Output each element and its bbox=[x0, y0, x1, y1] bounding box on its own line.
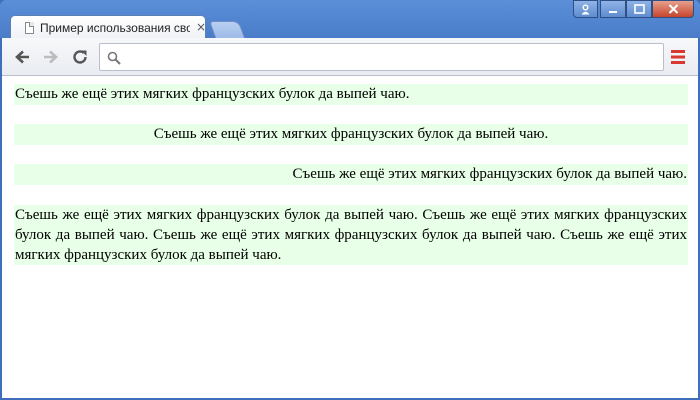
toolbar bbox=[2, 38, 698, 76]
maximize-icon[interactable] bbox=[626, 0, 652, 18]
paragraph-justified: Съешь же ещё этих мягких французских бул… bbox=[14, 205, 688, 265]
menu-icon[interactable] bbox=[671, 49, 685, 65]
address-bar[interactable] bbox=[99, 43, 664, 71]
page-content: Съешь же ещё этих мягких французских бул… bbox=[2, 76, 698, 398]
minimize-icon[interactable] bbox=[600, 0, 626, 18]
search-icon bbox=[107, 50, 121, 65]
browser-tab[interactable]: Пример использования сво × bbox=[10, 15, 206, 40]
paragraph-center-aligned: Съешь же ещё этих мягких французских бул… bbox=[14, 124, 688, 145]
forward-icon[interactable] bbox=[40, 47, 60, 67]
new-tab-button[interactable] bbox=[208, 21, 246, 38]
title-bar: Пример использования сво × bbox=[0, 0, 700, 40]
tab-title: Пример использования сво bbox=[40, 21, 190, 35]
tab-close-icon[interactable]: × bbox=[194, 19, 208, 35]
document-icon bbox=[25, 22, 34, 34]
close-icon[interactable] bbox=[652, 0, 694, 18]
back-icon[interactable] bbox=[13, 47, 33, 67]
paragraph-right-aligned: Съешь же ещё этих мягких французских бул… bbox=[14, 164, 688, 185]
browser-window: Пример использования сво × Съешь же ещё … bbox=[0, 0, 700, 400]
paragraph-left-aligned: Съешь же ещё этих мягких французских бул… bbox=[14, 84, 688, 105]
reload-icon[interactable] bbox=[70, 47, 90, 67]
user-icon[interactable] bbox=[573, 0, 598, 18]
